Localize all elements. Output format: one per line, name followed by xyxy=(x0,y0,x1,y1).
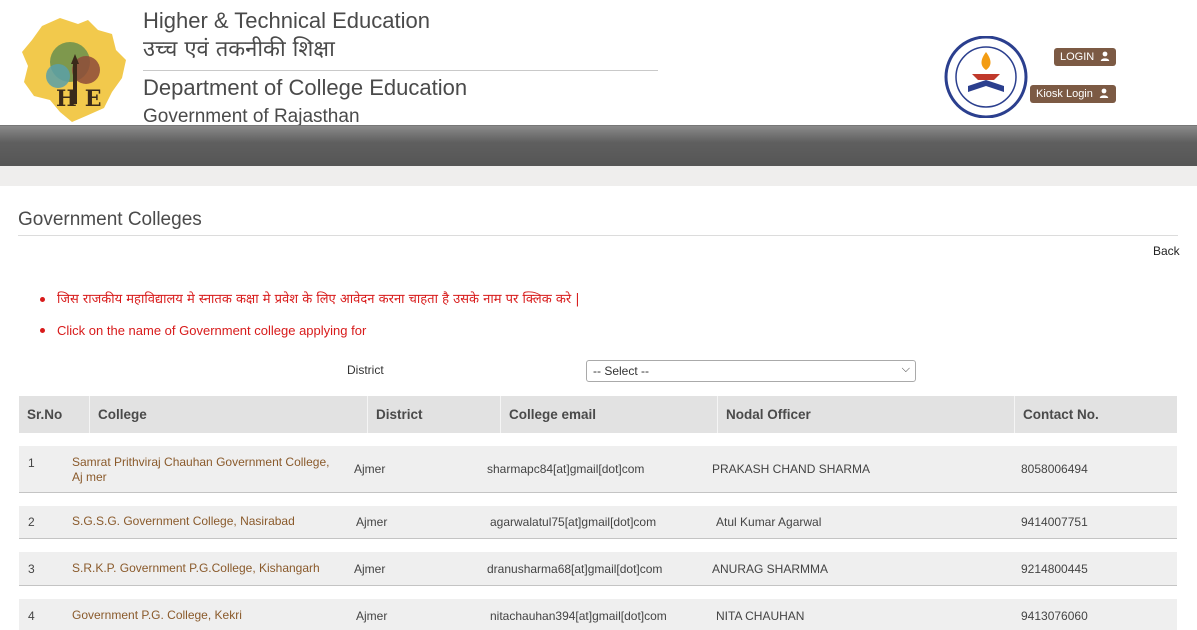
college-link[interactable]: S.R.K.P. Government P.G.College, Kishang… xyxy=(72,561,342,576)
cell-contact: 9214800445 xyxy=(1021,562,1088,576)
cell-district: Ajmer xyxy=(354,562,386,576)
header-divider xyxy=(143,70,658,71)
cell-email: agarwalatul75[at]gmail[dot]com xyxy=(490,515,657,529)
title-divider xyxy=(18,235,1178,236)
cell-contact: 9413076060 xyxy=(1021,609,1088,623)
cell-district: Ajmer xyxy=(354,462,386,476)
col-header-officer: Nodal Officer xyxy=(718,396,1015,433)
header-title-hi: उच्च एवं तकनीकी शिक्षा xyxy=(143,37,335,62)
header-titles: Higher & Technical Education उच्च एवं तक… xyxy=(143,6,663,131)
sub-band xyxy=(0,166,1197,186)
table-row: 2 S.G.S.G. Government College, Nasirabad… xyxy=(19,506,1177,539)
district-label: District xyxy=(347,363,384,377)
login-label: LOGIN xyxy=(1060,51,1095,63)
cell-srno: 4 xyxy=(28,609,35,623)
cell-srno: 1 xyxy=(28,456,35,470)
cell-contact: 8058006494 xyxy=(1021,462,1088,476)
cell-officer: NITA CHAUHAN xyxy=(716,609,805,623)
back-link[interactable]: Back xyxy=(1153,244,1180,258)
login-button[interactable]: LOGIN xyxy=(1054,48,1116,66)
col-header-district: District xyxy=(368,396,501,433)
college-link[interactable]: S.G.S.G. Government College, Nasirabad xyxy=(72,514,342,529)
user-icon xyxy=(1100,51,1110,64)
instruction-hindi: जिस राजकीय महाविद्यालय मे स्नातक कक्षा म… xyxy=(40,284,580,315)
site-header: HE Higher & Technical Education उच्च एवं… xyxy=(0,0,1197,127)
cell-contact: 9414007751 xyxy=(1021,515,1088,529)
rajasthan-map-logo[interactable] xyxy=(20,16,130,124)
cell-officer: Atul Kumar Agarwal xyxy=(716,515,822,529)
col-header-email: College email xyxy=(501,396,718,433)
instruction-english: Click on the name of Government college … xyxy=(40,315,580,346)
col-header-contact: Contact No. xyxy=(1023,407,1099,422)
user-icon xyxy=(1099,88,1109,101)
cell-email: dranusharma68[at]gmail[dot]com xyxy=(487,562,663,576)
table-row: 4 Government P.G. College, Kekri Ajmer n… xyxy=(19,599,1177,630)
kiosk-login-label: Kiosk Login xyxy=(1036,88,1093,100)
cell-email: sharmapc84[at]gmail[dot]com xyxy=(487,462,645,476)
table-header: Sr.No College District College email Nod… xyxy=(19,396,1177,433)
table-row: 3 S.R.K.P. Government P.G.College, Kisha… xyxy=(19,552,1177,586)
instruction-list: जिस राजकीय महाविद्यालय मे स्नातक कक्षा म… xyxy=(40,284,580,346)
col-header-srno: Sr.No xyxy=(19,396,90,433)
college-link[interactable]: Samrat Prithviraj Chauhan Government Col… xyxy=(72,455,342,485)
cell-email: nitachauhan394[at]gmail[dot]com xyxy=(490,609,667,623)
cell-srno: 2 xyxy=(28,515,35,529)
cell-officer: PRAKASH CHAND SHARMA xyxy=(712,462,871,476)
kiosk-login-button[interactable]: Kiosk Login xyxy=(1030,85,1116,103)
table-row: 1 Samrat Prithviraj Chauhan Government C… xyxy=(19,446,1177,493)
department-seal xyxy=(942,35,1030,119)
district-select-value: -- Select -- xyxy=(593,364,650,378)
main-navbar xyxy=(0,125,1197,167)
col-header-college: College xyxy=(90,396,368,433)
page-title: Government Colleges xyxy=(18,209,202,230)
header-department: Department of College Education xyxy=(143,75,468,100)
header-title-en: Higher & Technical Education xyxy=(143,8,430,33)
cell-srno: 3 xyxy=(28,562,35,576)
chevron-down-icon: ⌵ xyxy=(901,363,910,375)
cell-district: Ajmer xyxy=(356,515,388,529)
college-link[interactable]: Government P.G. College, Kekri xyxy=(72,608,342,623)
cell-officer: ANURAG SHARMMA xyxy=(712,562,829,576)
district-select[interactable]: -- Select -- ⌵ xyxy=(586,360,916,382)
cell-district: Ajmer xyxy=(356,609,388,623)
